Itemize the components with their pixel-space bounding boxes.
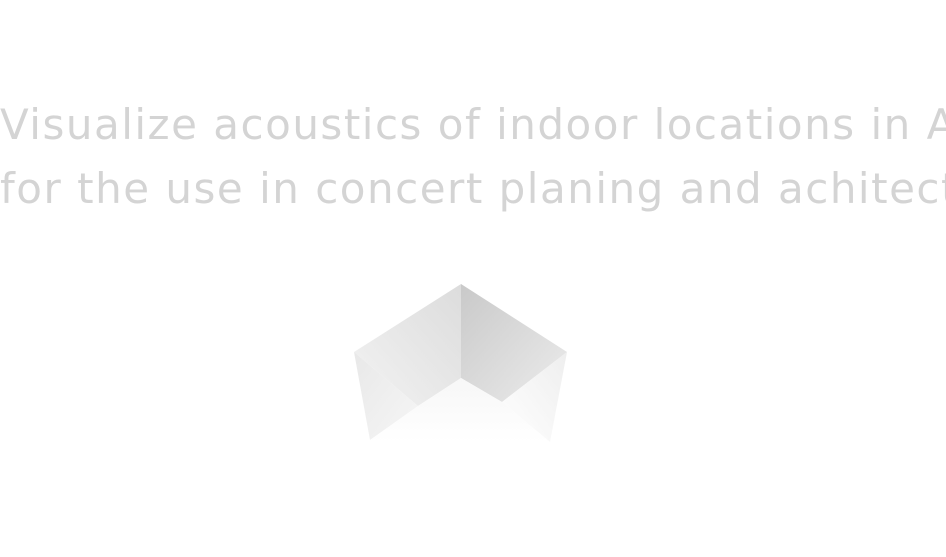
- tagline: Visualize acoustics of indoor locations …: [0, 93, 946, 221]
- tagline-line-2: for the use in concert planing and achit…: [0, 164, 946, 213]
- tagline-line-1: Visualize acoustics of indoor locations …: [0, 100, 946, 149]
- splash-screen: Visualize acoustics of indoor locations …: [0, 0, 946, 557]
- room-corner-icon: [354, 284, 567, 442]
